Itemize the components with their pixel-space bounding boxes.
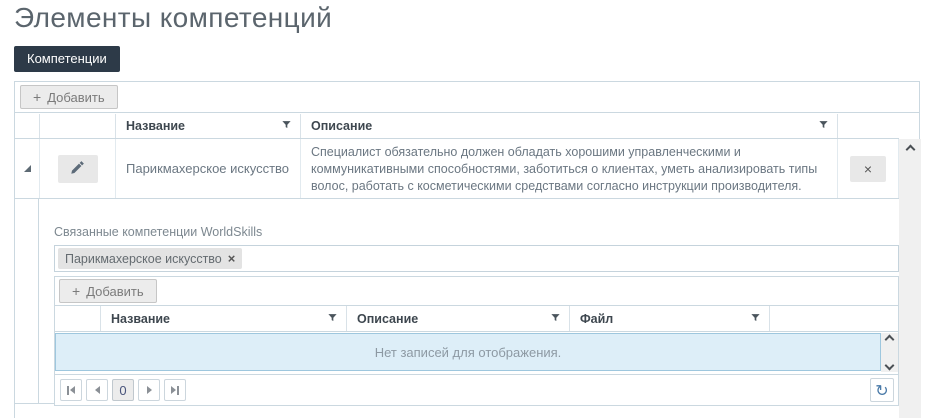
filter-icon[interactable] (281, 119, 292, 133)
grid-scrollbar[interactable] (899, 139, 921, 418)
column-header-name: Название (116, 114, 301, 138)
refresh-icon: ↻ (875, 381, 888, 400)
delete-row-button[interactable]: × (850, 156, 886, 182)
close-icon: × (864, 162, 872, 176)
pager-current-page-button[interactable]: 0 (112, 379, 134, 401)
next-page-icon (147, 386, 152, 394)
page: Элементы компетенций Компетенции + Добав… (0, 0, 938, 418)
chip-remove-icon[interactable]: × (228, 251, 236, 266)
refresh-button[interactable]: ↻ (870, 378, 894, 402)
page-title: Элементы компетенций (14, 2, 332, 34)
scroll-down-icon[interactable] (885, 361, 895, 371)
chip-label: Парикмахерское искусство (65, 252, 222, 266)
column-header-file: Файл (570, 306, 770, 331)
filter-icon[interactable] (327, 312, 338, 326)
hierarchy-spacer-cell (15, 199, 39, 403)
pager-next-button[interactable] (138, 379, 160, 401)
grid-header-row: Название Описание (15, 114, 899, 139)
competencies-grid: + Добавить Название Описание (14, 81, 920, 418)
table-row: Парикмахерское искусство Специалист обяз… (15, 139, 899, 199)
edit-column-header (55, 306, 101, 331)
pager-last-button[interactable] (164, 379, 186, 401)
column-header-description: Описание (347, 306, 570, 331)
elements-grid-body: Нет записей для отображения. (55, 332, 898, 374)
edit-row-button[interactable] (58, 155, 98, 183)
row-edit-cell (40, 139, 116, 198)
column-header-description-label: Описание (311, 119, 818, 133)
hierarchy-column-header (15, 114, 40, 138)
elements-grid-scrollbar[interactable] (881, 333, 898, 372)
related-competencies-label: Связанные компетенции WorldSkills (54, 225, 899, 239)
elements-grid-header-row: Название Описание Файл (55, 306, 898, 332)
tab-competencies[interactable]: Компетенции (14, 46, 120, 72)
empty-records-message: Нет записей для отображения. (55, 333, 881, 371)
add-button-label: Добавить (47, 90, 104, 105)
delete-column-header (838, 114, 899, 138)
elements-grid: + Добавить Название Опи (54, 276, 899, 406)
row-delete-cell: × (838, 139, 899, 198)
pager-buttons: 0 (60, 379, 186, 401)
plus-icon: + (72, 283, 80, 299)
column-header-name-label: Название (126, 119, 281, 133)
filter-icon[interactable] (818, 119, 829, 133)
detail-content: Связанные компетенции WorldSkills Парикм… (40, 199, 899, 403)
pager-first-button[interactable] (60, 379, 82, 401)
seek-last-icon (171, 386, 176, 394)
plus-icon: + (33, 89, 41, 105)
grid-toolbar: + Добавить (15, 82, 919, 113)
scroll-up-icon (905, 144, 915, 154)
column-header-name-label: Название (111, 312, 327, 326)
previous-page-icon (95, 386, 100, 394)
actions-column-header (770, 306, 898, 331)
row-description-cell: Специалист обязательно должен обладать х… (301, 139, 838, 198)
competency-chip: Парикмахерское искусство × (58, 248, 242, 269)
add-element-button-label: Добавить (86, 284, 143, 299)
filter-icon[interactable] (750, 312, 761, 326)
column-header-name: Название (101, 306, 347, 331)
column-header-description-label: Описание (357, 312, 550, 326)
collapse-row-icon[interactable] (24, 165, 31, 172)
row-name-cell: Парикмахерское искусство (116, 139, 301, 198)
edit-column-header (40, 114, 116, 138)
scroll-up-icon[interactable] (885, 335, 895, 345)
column-header-file-label: Файл (580, 312, 750, 326)
detail-row: Связанные компетенции WorldSkills Парикм… (15, 199, 899, 404)
related-competencies-input[interactable]: Парикмахерское искусство × (54, 245, 899, 272)
pager-previous-button[interactable] (86, 379, 108, 401)
pencil-icon (70, 160, 85, 178)
add-element-button[interactable]: + Добавить (59, 279, 157, 303)
column-header-description: Описание (301, 114, 838, 138)
add-competency-button[interactable]: + Добавить (20, 85, 118, 109)
elements-grid-toolbar: + Добавить (55, 277, 898, 306)
scroll-up-button[interactable] (899, 139, 921, 159)
elements-grid-pager: 0 ↻ (55, 374, 898, 405)
filter-icon[interactable] (550, 312, 561, 326)
seek-first-icon (67, 386, 69, 395)
row-expand-cell (15, 139, 40, 198)
